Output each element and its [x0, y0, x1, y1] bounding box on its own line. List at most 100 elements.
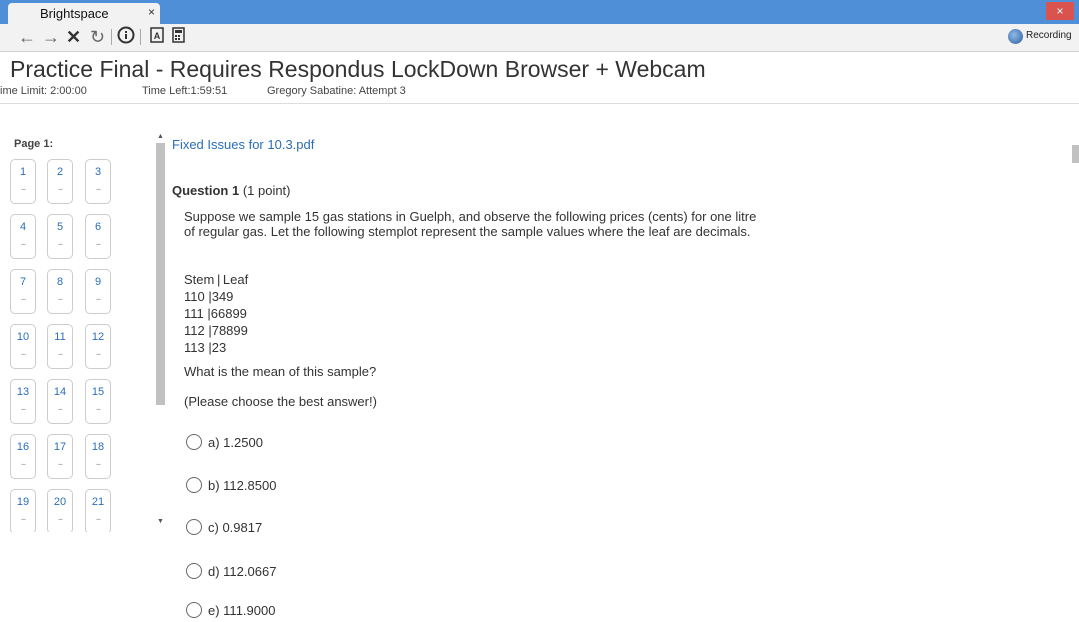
question-status: -- — [58, 404, 63, 414]
question-nav-button-4[interactable]: 4 -- — [10, 214, 36, 259]
info-icon[interactable] — [117, 26, 135, 48]
question-nav-button-6[interactable]: 6 -- — [85, 214, 111, 259]
question-nav-button-16[interactable]: 16 -- — [10, 434, 36, 479]
radio-button[interactable] — [186, 519, 202, 535]
calculator-icon[interactable] — [172, 27, 185, 47]
nav-scrollbar-thumb[interactable] — [156, 143, 165, 405]
back-icon[interactable]: ← — [18, 27, 36, 47]
question-nav-button-11[interactable]: 11 -- — [47, 324, 73, 369]
question-number: 15 — [91, 386, 105, 398]
question-status: -- — [58, 239, 63, 249]
question-number: 1 — [19, 166, 27, 178]
question-nav-button-2[interactable]: 2 -- — [47, 159, 73, 204]
file-link[interactable]: Fixed Issues for 10.3.pdf — [172, 137, 314, 152]
toolbar-divider — [140, 29, 141, 45]
stemplot-row: 111 |66899 — [184, 306, 247, 321]
nav-scroll-up-icon[interactable]: ▲ — [157, 133, 164, 140]
question-status: -- — [96, 459, 101, 469]
question-nav-button-1[interactable]: 1 -- — [10, 159, 36, 204]
page-label: Page 1: — [14, 138, 54, 150]
question-number: 2 — [56, 166, 64, 178]
radio-button[interactable] — [186, 477, 202, 493]
question-status: -- — [21, 514, 26, 524]
question-nav-button-10[interactable]: 10 -- — [10, 324, 36, 369]
question-number: 4 — [19, 221, 27, 233]
question-nav-button-17[interactable]: 17 -- — [47, 434, 73, 479]
radio-button[interactable] — [186, 602, 202, 618]
question-number: 7 — [19, 276, 27, 288]
question-status: -- — [58, 184, 63, 194]
question-number: 11 — [54, 331, 66, 343]
question-nav-button-18[interactable]: 18 -- — [85, 434, 111, 479]
question-number: 3 — [94, 166, 102, 178]
question-status: -- — [58, 294, 63, 304]
question-status: -- — [21, 294, 26, 304]
question-number: 21 — [91, 496, 105, 508]
question-number: 5 — [56, 221, 64, 233]
stemplot-row: 113 |23 — [184, 340, 227, 355]
question-nav-button-19[interactable]: 19 -- — [10, 489, 36, 532]
option-label: e) 111.9000 — [208, 603, 276, 618]
time-limit: ime Limit: 2:00:00 — [0, 85, 87, 97]
forward-icon[interactable]: → — [42, 27, 60, 47]
question-status: -- — [21, 239, 26, 249]
question-status: -- — [21, 459, 26, 469]
question-heading: Question 1 (1 point) — [172, 183, 291, 198]
stemplot-row: 110 |349 — [184, 289, 234, 304]
question-points: (1 point) — [242, 183, 291, 198]
option-label: a) 1.2500 — [208, 435, 263, 450]
radio-button[interactable] — [186, 563, 202, 579]
question-nav-button-14[interactable]: 14 -- — [47, 379, 73, 424]
question-number: 12 — [91, 331, 105, 343]
question-status: -- — [21, 349, 26, 359]
browser-toolbar: ← → ✕ ↻ A Recording — [0, 24, 1079, 52]
question-number: 13 — [16, 386, 30, 398]
tab-close-icon[interactable]: × — [148, 5, 155, 19]
question-status: -- — [58, 514, 63, 524]
question-prompt: What is the mean of this sample? — [184, 364, 377, 379]
question-nav-button-12[interactable]: 12 -- — [85, 324, 111, 369]
question-nav-button-13[interactable]: 13 -- — [10, 379, 36, 424]
option-label: c) 0.9817 — [208, 520, 263, 535]
time-left: Time Left:1:59:51 — [142, 85, 228, 97]
document-icon[interactable]: A — [150, 27, 164, 47]
question-status: -- — [96, 349, 101, 359]
question-status: -- — [96, 404, 101, 414]
question-title: Question 1 — [172, 183, 240, 198]
question-number: 20 — [53, 496, 67, 508]
question-status: -- — [96, 184, 101, 194]
question-number: 18 — [91, 441, 105, 453]
reload-icon[interactable]: ↻ — [90, 27, 105, 47]
stemplot-row: 112 |78899 — [184, 323, 248, 338]
question-number: 8 — [56, 276, 64, 288]
attempt-info: Gregory Sabatine: Attempt 3 — [267, 85, 406, 97]
question-nav-button-5[interactable]: 5 -- — [47, 214, 73, 259]
question-status: -- — [21, 404, 26, 414]
question-nav-button-15[interactable]: 15 -- — [85, 379, 111, 424]
svg-text:A: A — [154, 31, 161, 41]
main-scrollbar-thumb[interactable] — [1072, 145, 1079, 163]
browser-tab[interactable]: Brightspace × — [8, 3, 160, 24]
nav-scroll-down-icon[interactable]: ▼ — [157, 518, 164, 525]
question-nav-button-9[interactable]: 9 -- — [85, 269, 111, 314]
question-number: 6 — [94, 221, 102, 233]
question-nav-button-8[interactable]: 8 -- — [47, 269, 73, 314]
stop-icon[interactable]: ✕ — [66, 27, 81, 47]
header-divider — [0, 103, 1079, 104]
stemplot-header: Stem | Leaf — [184, 272, 249, 287]
question-nav-button-3[interactable]: 3 -- — [85, 159, 111, 204]
question-hint: (Please choose the best answer!) — [184, 394, 377, 409]
question-nav-button-7[interactable]: 7 -- — [10, 269, 36, 314]
window-close-button[interactable]: × — [1046, 2, 1074, 20]
main-scrollbar[interactable] — [1070, 130, 1079, 610]
question-number: 16 — [16, 441, 30, 453]
question-status: -- — [58, 349, 63, 359]
question-nav-button-21[interactable]: 21 -- — [85, 489, 111, 532]
recording-label: Recording — [1026, 30, 1072, 41]
toolbar-divider — [111, 29, 112, 45]
question-status: -- — [96, 239, 101, 249]
question-status: -- — [21, 184, 26, 194]
question-nav-button-20[interactable]: 20 -- — [47, 489, 73, 532]
radio-button[interactable] — [186, 434, 202, 450]
question-number: 14 — [53, 386, 67, 398]
